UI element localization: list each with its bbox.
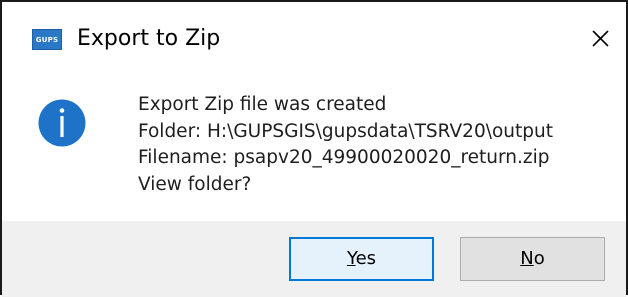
no-button[interactable]: No [460, 237, 605, 281]
close-icon [592, 30, 609, 47]
title-bar[interactable]: GUPS Export to Zip [2, 2, 626, 76]
message-line-folder: Folder: H:\GUPSGIS\gupsdata\TSRV20\outpu… [138, 120, 553, 142]
yes-button[interactable]: Yes [289, 237, 434, 281]
message-dialog: GUPS Export to Zip Export Zip file was c… [0, 0, 628, 297]
message-line-created: Export Zip file was created [138, 94, 387, 115]
no-button-label: o [533, 248, 545, 269]
dialog-body: Export Zip file was created Folder: H:\G… [2, 76, 626, 221]
message-text: Export Zip file was created Folder: H:\G… [138, 92, 553, 198]
yes-button-mnemonic: Y [346, 248, 356, 269]
information-icon [38, 99, 86, 147]
no-button-mnemonic: N [520, 248, 534, 269]
button-bar: Yes No [2, 221, 626, 297]
close-button[interactable] [580, 18, 620, 58]
message-line-question: View folder? [138, 173, 252, 195]
window-title: Export to Zip [77, 26, 221, 51]
message-line-filename: Filename: psapv20_49900020020_return.zip [138, 147, 550, 168]
yes-button-label: es [355, 248, 377, 269]
app-icon: GUPS [32, 29, 62, 50]
